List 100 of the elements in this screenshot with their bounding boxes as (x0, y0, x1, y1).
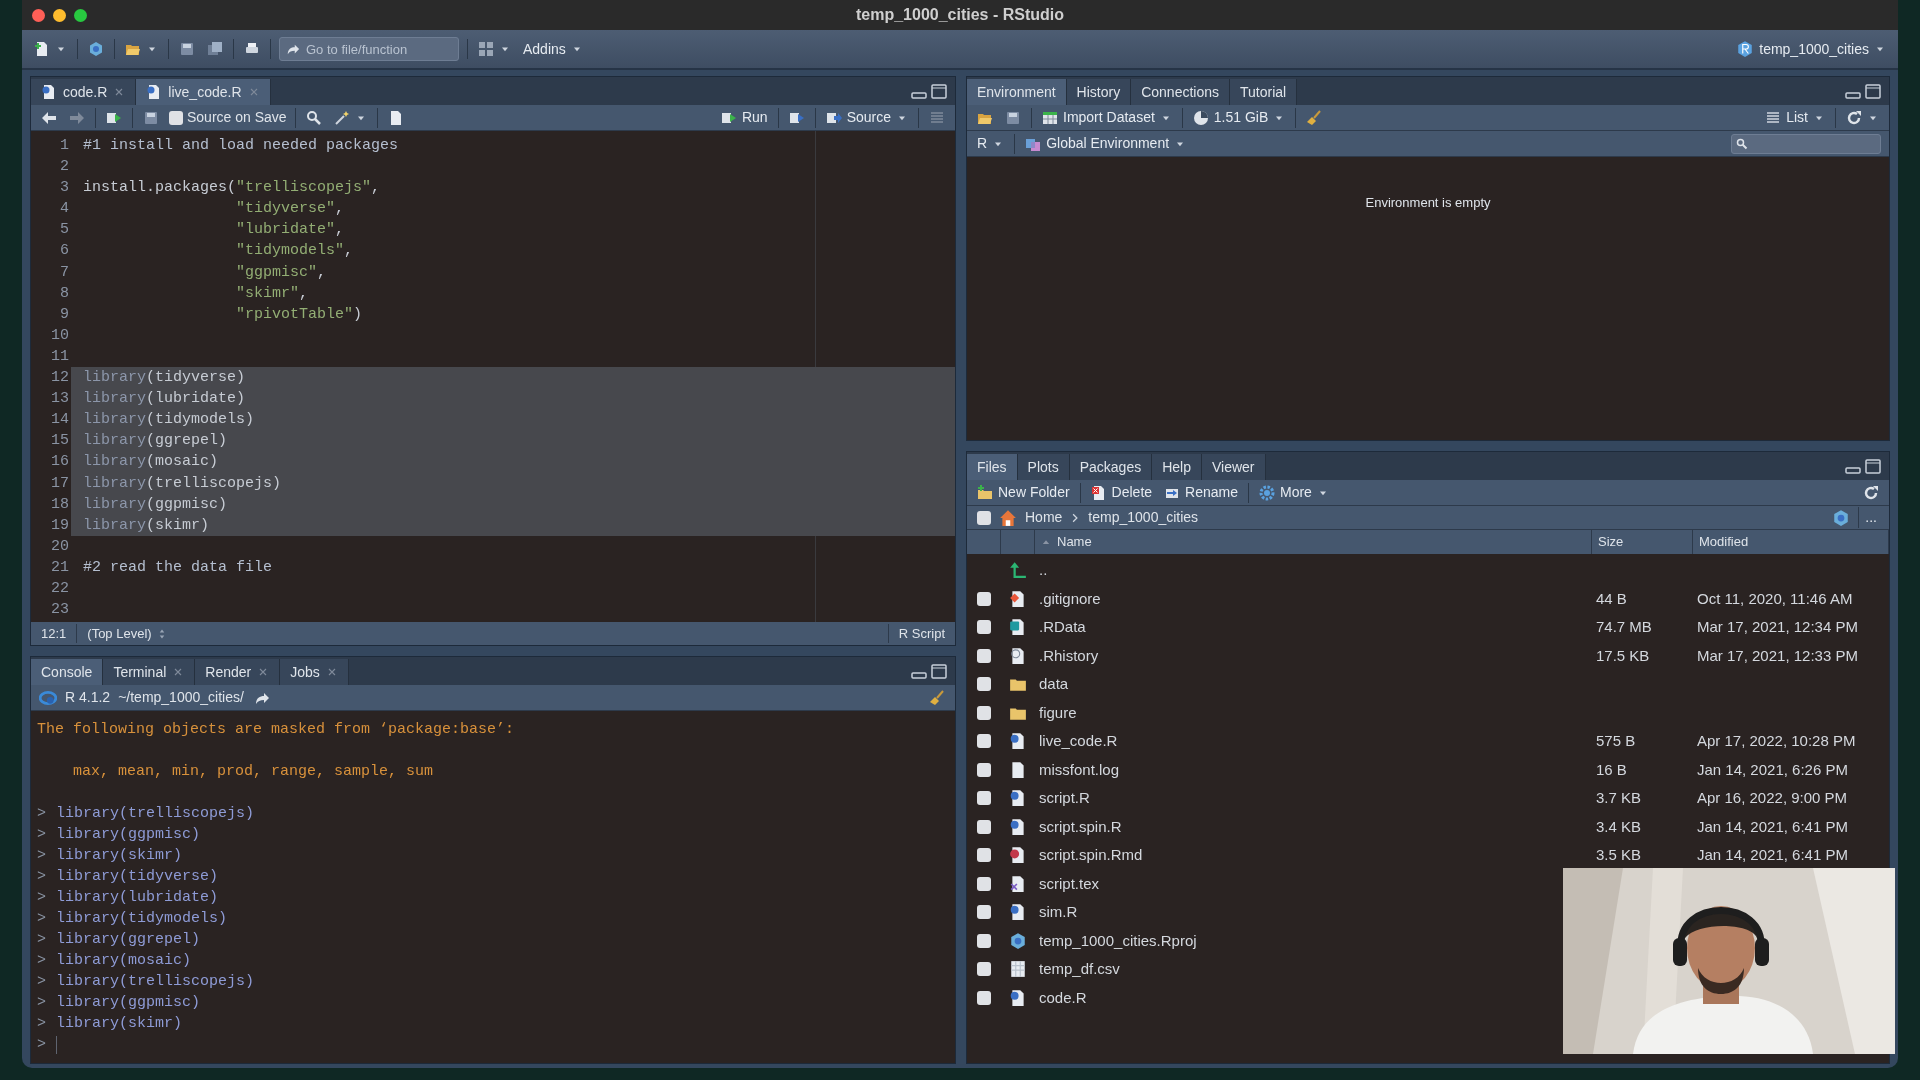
memory-usage-button[interactable]: 1.51 GiB (1190, 107, 1288, 128)
file-checkbox[interactable] (977, 762, 991, 777)
pane-tab[interactable]: Render (195, 659, 281, 685)
file-name-link[interactable]: sim.R (1035, 901, 1082, 924)
rename-button[interactable]: Rename (1162, 482, 1240, 503)
file-checkbox[interactable] (977, 933, 991, 948)
file-size: 17.5 KB (1595, 645, 1651, 666)
pane-tab[interactable]: Jobs (280, 659, 349, 685)
language-menu[interactable]: R (975, 133, 1007, 154)
file-checkbox[interactable] (977, 905, 991, 920)
view-mode-button[interactable]: List (1763, 107, 1827, 128)
maximize-button[interactable] (1865, 84, 1881, 100)
prompt: > (37, 909, 46, 929)
line-number: 18 (50, 494, 70, 515)
pane-tab[interactable]: code.R (31, 79, 137, 105)
more-button[interactable]: More (1257, 482, 1331, 503)
line-number: 14 (50, 410, 70, 431)
file-checkbox[interactable] (977, 819, 991, 834)
pane-tab[interactable]: Console (31, 659, 104, 685)
pane-tab[interactable]: Terminal (103, 659, 196, 685)
close-dot[interactable] (32, 8, 45, 22)
maximize-button[interactable] (931, 664, 947, 680)
pane-tab[interactable]: live_code.R (136, 79, 271, 105)
maximize-icon (931, 84, 947, 100)
go-to-field[interactable]: Go to file/function (279, 37, 459, 61)
file-checkbox[interactable] (977, 876, 991, 891)
pane-tab[interactable]: Plots (1017, 454, 1070, 480)
project-menu[interactable]: temp_1000_cities (1734, 38, 1888, 60)
file-checkbox[interactable] (977, 620, 991, 635)
import-dataset-button[interactable]: Import Dataset (1040, 107, 1174, 128)
maximize-button[interactable] (1865, 459, 1881, 475)
maximize-button[interactable] (931, 84, 947, 100)
file-name-link[interactable]: script.tex (1035, 872, 1103, 895)
file-name-link[interactable]: script.R (1035, 787, 1094, 810)
pane-tab[interactable]: Help (1152, 454, 1202, 480)
file-name-link[interactable]: .RData (1035, 616, 1090, 639)
file-name-link[interactable]: data (1035, 673, 1073, 696)
minimize-dot[interactable] (53, 8, 66, 22)
file-checkbox[interactable] (977, 848, 991, 863)
save-all-button[interactable] (205, 41, 225, 57)
select-all-checkbox[interactable] (977, 510, 991, 525)
file-name-link[interactable]: live_code.R (1035, 730, 1122, 753)
pane-tab[interactable]: Tutorial (1230, 79, 1298, 105)
maximize-icon (931, 664, 947, 680)
file-name-link[interactable]: figure (1035, 701, 1081, 724)
project-icon (1736, 40, 1755, 58)
code-line: "skimr", (235, 283, 310, 304)
file-checkbox[interactable] (977, 990, 991, 1005)
file-name-link[interactable]: .. (1035, 559, 1052, 582)
pane-tab[interactable]: Connections (1131, 79, 1230, 105)
pane-tab[interactable]: History (1066, 79, 1132, 105)
pane-tab[interactable]: Packages (1069, 454, 1153, 480)
line-number: 8 (59, 283, 70, 304)
file-modified: Jan 14, 2021, 6:41 PM (1696, 845, 1849, 865)
file-modified: Mar 17, 2021, 12:34 PM (1696, 617, 1859, 637)
file-checkbox[interactable] (977, 734, 991, 749)
column-header[interactable]: Modified (1693, 530, 1889, 554)
up-arrow-icon (1009, 561, 1027, 580)
home-icon[interactable] (999, 508, 1017, 527)
file-name-link[interactable]: temp_df.csv (1035, 958, 1124, 981)
file-checkbox[interactable] (977, 705, 991, 720)
breadcrumb-link[interactable]: Home (1025, 507, 1063, 528)
search-field[interactable] (1731, 133, 1881, 154)
project-icon[interactable] (1832, 508, 1851, 527)
column-header[interactable]: Size (1592, 530, 1693, 554)
console-command: library(tidyverse) (56, 867, 219, 887)
file-name-link[interactable]: script.spin.R (1035, 815, 1126, 838)
addins-menu[interactable]: Addins (521, 38, 585, 60)
more-button[interactable]: ... (1858, 507, 1879, 528)
source-on-save-checkbox[interactable]: Source on Save (169, 107, 287, 128)
minimize-button[interactable] (1845, 92, 1861, 99)
file-name-link[interactable]: .gitignore (1035, 587, 1105, 610)
file-checkbox[interactable] (977, 677, 991, 692)
new-folder-button[interactable]: New Folder (975, 482, 1072, 503)
pane-tab[interactable]: Environment (967, 79, 1067, 105)
environment-menu[interactable]: Global Environment (1023, 133, 1189, 154)
source-button[interactable]: Source (823, 107, 910, 128)
file-name-link[interactable]: script.spin.Rmd (1035, 844, 1147, 867)
file-name-link[interactable]: code.R (1035, 986, 1091, 1009)
breadcrumb-link[interactable]: temp_1000_cities (1088, 507, 1199, 528)
minimize-button[interactable] (1845, 467, 1861, 474)
zoom-dot[interactable] (74, 8, 87, 22)
file-name-link[interactable]: .Rhistory (1035, 644, 1103, 667)
scope-menu[interactable]: (Top Level) (77, 623, 704, 644)
save-icon (179, 41, 195, 57)
file-name-link[interactable]: temp_1000_cities.Rproj (1035, 929, 1201, 952)
minimize-button[interactable] (911, 92, 927, 99)
console-command: library(mosaic) (56, 951, 192, 971)
file-checkbox[interactable] (977, 791, 991, 806)
minimize-button[interactable] (911, 672, 927, 679)
name-column-header[interactable]: Name (1035, 530, 1592, 554)
file-type-menu[interactable]: R Script (887, 623, 955, 644)
file-checkbox[interactable] (977, 591, 991, 606)
delete-button[interactable]: Delete (1088, 482, 1155, 503)
file-checkbox[interactable] (977, 962, 991, 977)
run-button[interactable]: Run (718, 107, 770, 128)
pane-tab[interactable]: Viewer (1201, 454, 1266, 480)
file-name-link[interactable]: missfont.log (1035, 758, 1124, 781)
pane-tab[interactable]: Files (967, 454, 1018, 480)
file-checkbox[interactable] (977, 648, 991, 663)
